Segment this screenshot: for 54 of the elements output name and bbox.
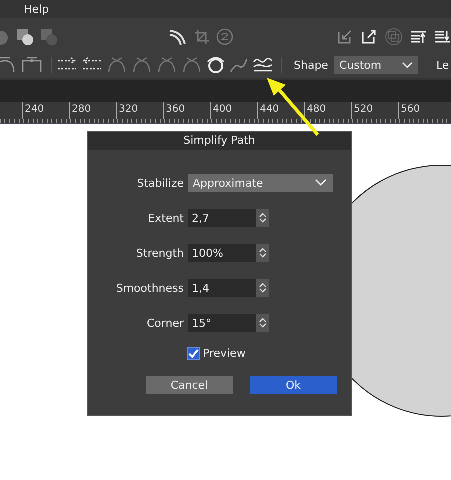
crop-icon[interactable] bbox=[194, 29, 210, 45]
shape-dropdown[interactable]: Custom bbox=[334, 56, 418, 74]
checkbox-label: Preview bbox=[203, 347, 246, 360]
stabilize-dropdown[interactable]: Approximate bbox=[188, 174, 333, 192]
spinner-button[interactable] bbox=[256, 244, 269, 262]
up-down-chevron-icon bbox=[258, 212, 266, 224]
chevron-down-icon bbox=[402, 62, 414, 68]
node-icon[interactable] bbox=[21, 56, 43, 74]
node-icon[interactable] bbox=[107, 56, 127, 74]
ruler-label: 560 bbox=[398, 102, 445, 119]
field-label: Corner bbox=[146, 316, 185, 330]
field-label: Strength bbox=[135, 246, 185, 260]
ruler-label: 360 bbox=[163, 102, 210, 119]
primary-button[interactable]: Ok bbox=[250, 376, 337, 394]
number-field[interactable]: 2,7 bbox=[188, 209, 256, 227]
spinner-button[interactable] bbox=[256, 279, 269, 297]
rings-icon[interactable] bbox=[207, 56, 225, 74]
ruler-label: 320 bbox=[116, 102, 163, 119]
spinner-button[interactable] bbox=[256, 209, 269, 227]
preview-checkbox[interactable] bbox=[187, 347, 200, 360]
spinner-button[interactable] bbox=[256, 314, 269, 332]
ruler-label: 520 bbox=[351, 102, 398, 119]
ruler-label: 240 bbox=[22, 102, 69, 119]
export-icon[interactable] bbox=[361, 29, 377, 45]
field-label: Extent bbox=[147, 212, 185, 224]
wave-lines-icon[interactable] bbox=[253, 57, 273, 73]
node-icon[interactable] bbox=[182, 56, 202, 74]
ruler-label: 480 bbox=[304, 102, 351, 119]
ruler-label: 440 bbox=[257, 102, 304, 119]
curve-icon[interactable] bbox=[168, 27, 188, 47]
dialog-title: Simplify Path bbox=[88, 132, 351, 150]
number-field[interactable]: 100% bbox=[188, 244, 256, 262]
ruler-label: 400 bbox=[210, 102, 257, 119]
chevron-down-icon bbox=[315, 179, 327, 187]
up-down-chevron-icon bbox=[258, 247, 266, 259]
field-label: Stabilize bbox=[136, 176, 185, 190]
shape-label: Shape bbox=[294, 58, 328, 72]
up-down-chevron-icon bbox=[258, 282, 266, 294]
import-icon[interactable] bbox=[337, 29, 353, 45]
align-bottom-icon[interactable] bbox=[434, 30, 451, 44]
number-field[interactable]: 1,4 bbox=[188, 279, 256, 297]
up-down-chevron-icon bbox=[258, 317, 266, 329]
node-icon[interactable] bbox=[0, 56, 16, 74]
node-icon[interactable] bbox=[132, 56, 152, 74]
shapes-icon[interactable] bbox=[16, 28, 34, 46]
align-top-icon[interactable] bbox=[410, 30, 427, 44]
ruler-label: 280 bbox=[69, 102, 116, 119]
node-icon[interactable] bbox=[157, 56, 177, 74]
number-field[interactable]: 15° bbox=[188, 314, 256, 332]
menu-item[interactable]: Help bbox=[24, 2, 50, 16]
secondary-button[interactable]: Cancel bbox=[146, 376, 233, 394]
toolbar-label: Le bbox=[436, 58, 450, 72]
field-label: Smoothness bbox=[115, 282, 185, 294]
circle-symbol-icon[interactable] bbox=[216, 28, 234, 46]
